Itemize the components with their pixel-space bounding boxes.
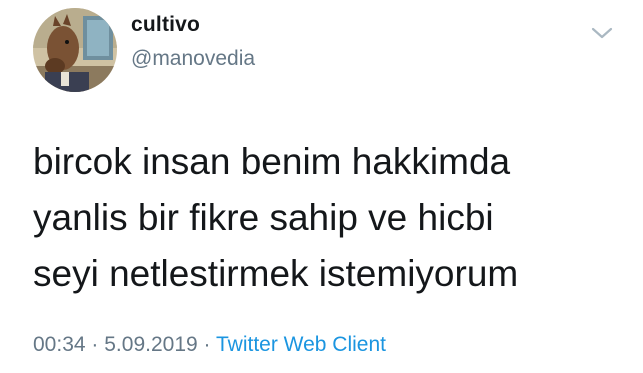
- user-handle[interactable]: @manovedia: [131, 47, 255, 71]
- tweet-menu-button[interactable]: [590, 24, 614, 42]
- display-name[interactable]: cultivo: [131, 13, 200, 37]
- chevron-down-icon: [591, 27, 613, 39]
- meta-separator: ·: [203, 333, 211, 356]
- meta-separator: ·: [91, 333, 99, 356]
- tweet-text: bircok insan benim hakkimda yanlis bir f…: [33, 134, 613, 302]
- tweet-date[interactable]: 5.09.2019: [104, 333, 197, 356]
- tweet-metadata: 00:34 · 5.09.2019 · Twitter Web Client: [33, 333, 386, 357]
- tweet-time[interactable]: 00:34: [33, 333, 86, 356]
- tweet-text-line: yanlis bir fikre sahip ve hicbi: [33, 197, 494, 238]
- tweet-text-line: bircok insan benim hakkimda: [33, 141, 511, 182]
- tweet-text-line: seyi netlestirmek istemiyorum: [33, 253, 519, 294]
- client-link[interactable]: Twitter Web Client: [216, 333, 386, 356]
- horse-character-avatar-icon: [33, 8, 117, 92]
- avatar[interactable]: [33, 8, 117, 92]
